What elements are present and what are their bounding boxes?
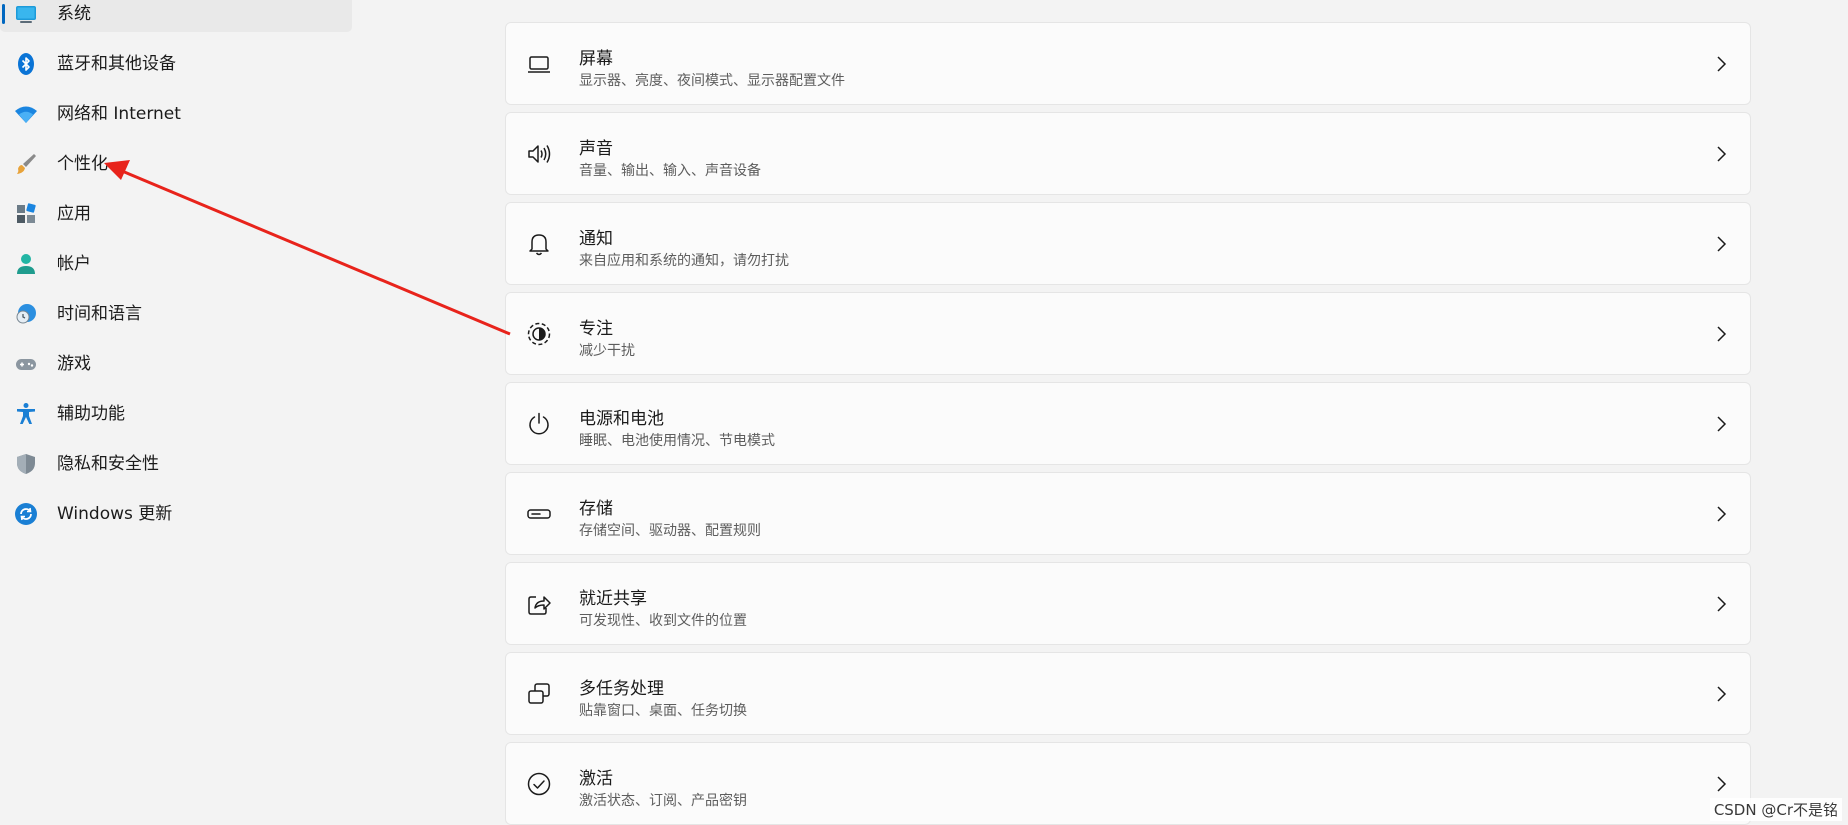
sidebar-item-network[interactable]: 网络和 Internet [0, 96, 352, 132]
sidebar-item-windows-update[interactable]: Windows 更新 [0, 496, 352, 532]
bell-icon [526, 231, 552, 257]
setting-card-notifications[interactable]: 通知 来自应用和系统的通知，请勿打扰 [505, 202, 1751, 285]
sidebar-item-bluetooth[interactable]: 蓝牙和其他设备 [0, 46, 352, 82]
setting-card-sound[interactable]: 声音 音量、输出、输入、声音设备 [505, 112, 1751, 195]
setting-card-multitasking[interactable]: 多任务处理 贴靠窗口、桌面、任务切换 [505, 652, 1751, 735]
shield-icon [14, 452, 38, 476]
setting-title: 专注 [579, 319, 613, 339]
setting-title: 存储 [579, 499, 613, 519]
sidebar-item-label: 辅助功能 [57, 404, 125, 424]
multitasking-icon [526, 681, 552, 707]
setting-subtitle: 显示器、亮度、夜间模式、显示器配置文件 [579, 73, 845, 89]
setting-card-activation[interactable]: 激活 激活状态、订阅、产品密钥 [505, 742, 1751, 825]
sidebar-item-apps[interactable]: 应用 [0, 196, 352, 232]
setting-subtitle: 存储空间、驱动器、配置规则 [579, 523, 761, 539]
sidebar-item-time-language[interactable]: 时间和语言 [0, 296, 352, 332]
sidebar-item-label: 个性化 [57, 154, 108, 174]
setting-subtitle: 减少干扰 [579, 343, 635, 359]
sidebar-item-label: 帐户 [57, 254, 91, 274]
sidebar-item-personalization[interactable]: 个性化 [0, 146, 352, 182]
sidebar-item-label: 时间和语言 [57, 304, 142, 324]
sidebar-item-label: Windows 更新 [57, 504, 173, 524]
setting-title: 电源和电池 [579, 409, 664, 429]
setting-subtitle: 睡眠、电池使用情况、节电模式 [579, 433, 775, 449]
accessibility-icon [14, 402, 38, 426]
sidebar-item-label: 蓝牙和其他设备 [57, 54, 176, 74]
focus-icon [526, 321, 552, 347]
laptop-display-icon [526, 51, 552, 77]
setting-title: 激活 [579, 769, 613, 789]
chevron-right-icon [1714, 55, 1728, 73]
watermark: CSDN @Cr不是铭 [1709, 798, 1842, 821]
wifi-icon [14, 102, 38, 126]
apps-icon [14, 202, 38, 226]
sidebar-item-system[interactable]: 系统 [0, 0, 352, 32]
power-icon [526, 411, 552, 437]
chevron-right-icon [1714, 325, 1728, 343]
storage-drive-icon [526, 501, 552, 527]
setting-subtitle: 来自应用和系统的通知，请勿打扰 [579, 253, 789, 269]
setting-card-nearby-sharing[interactable]: 就近共享 可发现性、收到文件的位置 [505, 562, 1751, 645]
setting-card-focus[interactable]: 专注 减少干扰 [505, 292, 1751, 375]
setting-title: 屏幕 [579, 49, 613, 69]
setting-subtitle: 激活状态、订阅、产品密钥 [579, 793, 747, 809]
setting-subtitle: 贴靠窗口、桌面、任务切换 [579, 703, 747, 719]
settings-list: 屏幕 显示器、亮度、夜间模式、显示器配置文件 声音 音量、输出、输入、声音设备 … [505, 0, 1753, 825]
chevron-right-icon [1714, 505, 1728, 523]
sidebar-item-accessibility[interactable]: 辅助功能 [0, 396, 352, 432]
chevron-right-icon [1714, 145, 1728, 163]
sidebar-item-gaming[interactable]: 游戏 [0, 346, 352, 382]
sidebar-item-label: 隐私和安全性 [57, 454, 159, 474]
setting-subtitle: 音量、输出、输入、声音设备 [579, 163, 761, 179]
setting-card-power-battery[interactable]: 电源和电池 睡眠、电池使用情况、节电模式 [505, 382, 1751, 465]
sidebar-item-label: 游戏 [57, 354, 91, 374]
sidebar-item-accounts[interactable]: 帐户 [0, 246, 352, 282]
setting-card-display[interactable]: 屏幕 显示器、亮度、夜间模式、显示器配置文件 [505, 22, 1751, 105]
chevron-right-icon [1714, 415, 1728, 433]
sidebar-item-label: 应用 [57, 204, 91, 224]
share-icon [526, 591, 552, 617]
account-icon [14, 252, 38, 276]
gamepad-icon [14, 352, 38, 376]
chevron-right-icon [1714, 685, 1728, 703]
sidebar-item-privacy-security[interactable]: 隐私和安全性 [0, 446, 352, 482]
setting-title: 声音 [579, 139, 613, 159]
setting-title: 就近共享 [579, 589, 647, 609]
chevron-right-icon [1714, 235, 1728, 253]
setting-card-storage[interactable]: 存储 存储空间、驱动器、配置规则 [505, 472, 1751, 555]
windows-update-icon [14, 502, 38, 526]
chevron-right-icon [1714, 775, 1728, 793]
time-language-icon [14, 302, 38, 326]
setting-subtitle: 可发现性、收到文件的位置 [579, 613, 747, 629]
setting-title: 通知 [579, 229, 613, 249]
selection-indicator [2, 4, 5, 24]
chevron-right-icon [1714, 595, 1728, 613]
activation-check-icon [526, 771, 552, 797]
paintbrush-icon [14, 152, 38, 176]
settings-sidebar: 系统 蓝牙和其他设备 网络和 Internet 个性化 应用 帐户 时间和语言 … [0, 0, 355, 825]
bluetooth-icon [14, 52, 38, 76]
sidebar-item-label: 系统 [57, 4, 91, 24]
setting-title: 多任务处理 [579, 679, 664, 699]
speaker-icon [526, 141, 552, 167]
sidebar-item-label: 网络和 Internet [57, 104, 181, 124]
system-display-icon [14, 2, 38, 26]
